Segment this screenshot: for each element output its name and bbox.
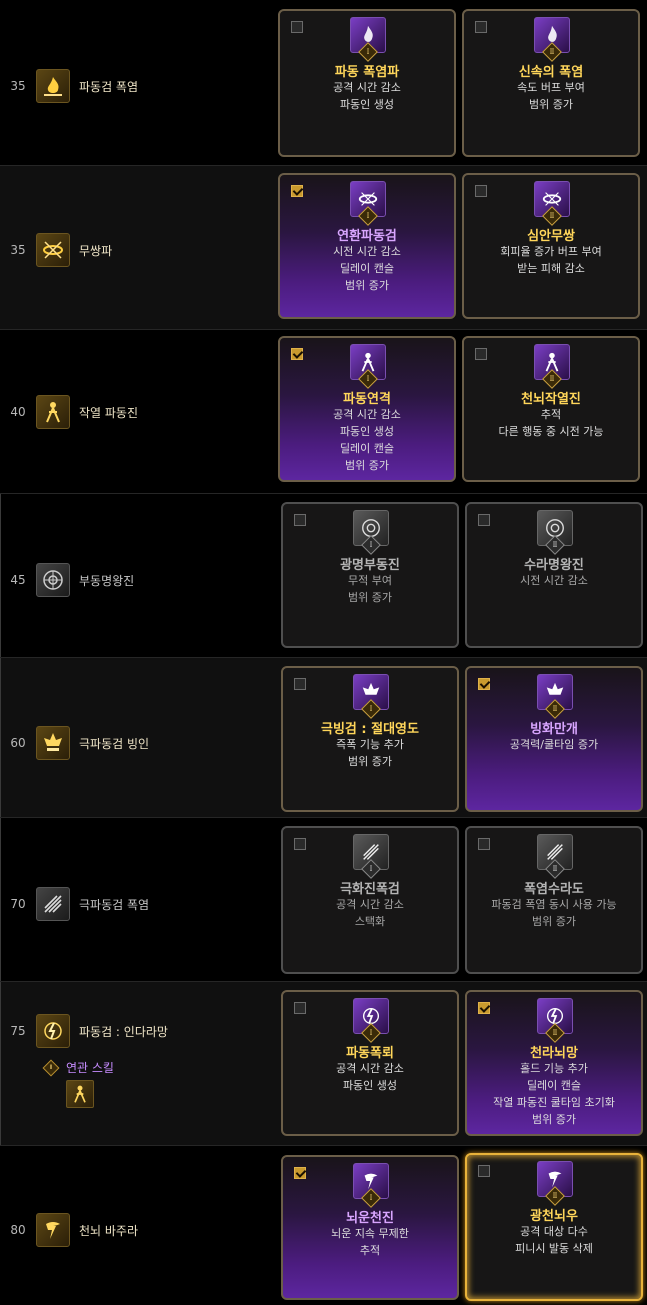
tripod-checkbox[interactable] — [294, 838, 306, 850]
tripod-title: 광천뇌우 — [530, 1209, 578, 1224]
tripod-checkbox[interactable] — [475, 185, 487, 197]
tripod-desc: 홀드 기능 추가 딜레이 캔슬 작열 파동진 쿨타임 초기화 범위 증가 — [493, 1062, 615, 1126]
tripod-card[interactable]: Ⅰ 극화진폭검 공격 시간 감소 스택화 — [281, 826, 459, 974]
glowing-figure-icon[interactable] — [36, 395, 70, 429]
tripod-checkbox[interactable] — [478, 514, 490, 526]
tripod-checkbox-checked[interactable] — [291, 185, 303, 197]
flame-burst-icon[interactable] — [36, 69, 70, 103]
tripod-desc: 무적 부여 범위 증가 — [348, 574, 392, 604]
tripod-card-selected[interactable]: Ⅱ 천라뇌망 홀드 기능 추가 딜레이 캔슬 작열 파동진 쿨타임 초기화 범위 증가 — [465, 990, 643, 1136]
tripod-desc: 공격 시간 감소 파동인 생성 — [336, 1062, 404, 1092]
skill-name: 극파동검 빙인 — [79, 737, 150, 751]
tripod-checkbox-checked[interactable] — [478, 1002, 490, 1014]
skill-level: 40 — [10, 405, 26, 419]
tripod-checkbox[interactable] — [291, 21, 303, 33]
tripod-title: 연환파동검 — [337, 229, 397, 244]
tripod-checkbox[interactable] — [478, 1165, 490, 1177]
tripod-checkbox[interactable] — [475, 21, 487, 33]
mandala-icon[interactable] — [36, 563, 70, 597]
tripod-desc: 뇌운 지속 무제한 추적 — [331, 1227, 409, 1257]
tripod-title: 파동폭뢰 — [346, 1046, 394, 1061]
skill-name: 천뇌 바주라 — [79, 1224, 139, 1238]
tripod-title: 천라뇌망 — [530, 1046, 578, 1061]
tripod-card[interactable]: Ⅰ 광명부동진 무적 부여 범위 증가 — [281, 502, 459, 648]
tripod-card[interactable]: Ⅱ 신속의 폭염 속도 버프 부여 범위 증가 — [462, 9, 640, 157]
slash-storm-icon[interactable] — [36, 887, 70, 921]
skill-name: 무쌍파 — [79, 244, 113, 258]
tripod-desc: 공격 시간 감소 파동인 생성 — [333, 81, 401, 111]
tripod-desc: 즉폭 기능 추가 범위 증가 — [336, 738, 404, 768]
tripod-card-selected[interactable]: Ⅰ 뇌운천진 뇌운 지속 무제한 추적 — [281, 1155, 459, 1300]
tripod-card[interactable]: Ⅱ 천뇌작열진 추적 다른 행동 중 시전 가능 — [462, 336, 640, 482]
skill-level: 75 — [10, 1024, 26, 1038]
tripod-title: 뇌운천진 — [346, 1211, 394, 1226]
tripod-checkbox-checked[interactable] — [478, 678, 490, 690]
tripod-card-selected[interactable]: Ⅰ 연환파동검 시전 시간 감소 딜레이 캔슬 범위 증가 — [278, 173, 456, 319]
tripod-desc: 시전 시간 감소 딜레이 캔슬 범위 증가 — [333, 245, 401, 292]
skill-level: 80 — [10, 1223, 26, 1237]
skill-name: 부동명왕진 — [79, 574, 135, 588]
related-figure-icon[interactable] — [66, 1080, 94, 1108]
tripod-card[interactable]: Ⅱ 심안무쌍 회피율 증가 버프 부여 받는 피해 감소 — [462, 173, 640, 319]
tripod-card[interactable]: Ⅰ 극빙검 : 절대영도 즉폭 기능 추가 범위 증가 — [281, 666, 459, 812]
tripod-title: 파동연격 — [343, 392, 391, 407]
skill-level: 35 — [10, 243, 26, 257]
tripod-checkbox[interactable] — [294, 514, 306, 526]
tripod-checkbox[interactable] — [294, 1002, 306, 1014]
tripod-checkbox[interactable] — [294, 678, 306, 690]
skill-level: 70 — [10, 897, 26, 911]
skill-name: 파동검 : 인다라망 — [79, 1025, 168, 1039]
tripod-desc: 공격력/쿨타임 증가 — [509, 738, 599, 751]
tripod-title: 폭염수라도 — [524, 882, 584, 897]
tripod-checkbox-checked[interactable] — [291, 348, 303, 360]
skill-level: 60 — [10, 736, 26, 750]
tripod-title: 빙화만개 — [530, 722, 578, 737]
tripod-desc: 속도 버프 부여 범위 증가 — [517, 81, 585, 111]
tripod-title: 극화진폭검 — [340, 882, 400, 897]
tripod-card[interactable]: Ⅰ 파동폭뢰 공격 시간 감소 파동인 생성 — [281, 990, 459, 1136]
skill-name: 파동검 폭염 — [79, 80, 139, 94]
tripod-desc: 회피율 증가 버프 부여 받는 피해 감소 — [500, 245, 602, 275]
tripod-desc: 공격 대상 다수 피니시 발동 삭제 — [515, 1225, 593, 1255]
tripod-card[interactable]: Ⅰ 파동 폭염파 공격 시간 감소 파동인 생성 — [278, 9, 456, 157]
thunder-icon[interactable] — [36, 1213, 70, 1247]
lightning-orb-icon[interactable] — [36, 1014, 70, 1048]
skill-name: 작열 파동진 — [79, 406, 139, 420]
skill-name: 극파동검 폭염 — [79, 898, 150, 912]
tripod-card-selected[interactable]: Ⅰ 파동연격 공격 시간 감소 파동인 생성 딜레이 캔슬 범위 증가 — [278, 336, 456, 482]
tripod-title: 신속의 폭염 — [518, 65, 584, 80]
swirl-blade-icon[interactable] — [36, 233, 70, 267]
tripod-desc: 추적 다른 행동 중 시전 가능 — [498, 408, 604, 438]
tripod-checkbox[interactable] — [478, 838, 490, 850]
tripod-title: 수라명왕진 — [524, 558, 584, 573]
tripod-title: 극빙검 : 절대영도 — [321, 722, 419, 737]
tripod-desc: 공격 시간 감소 스택화 — [336, 898, 404, 928]
related-skill-label: 연관 스킬 — [66, 1061, 114, 1075]
tripod-checkbox-checked[interactable] — [294, 1167, 306, 1179]
tripod-desc: 시전 시간 감소 — [520, 574, 588, 587]
tripod-card-selected[interactable]: Ⅱ 빙화만개 공격력/쿨타임 증가 — [465, 666, 643, 812]
tripod-checkbox[interactable] — [475, 348, 487, 360]
skill-level: 45 — [10, 573, 26, 587]
tripod-title: 파동 폭염파 — [334, 65, 400, 80]
skill-level: 35 — [10, 79, 26, 93]
tripod-title: 광명부동진 — [340, 558, 400, 573]
tripod-card[interactable]: Ⅱ 수라명왕진 시전 시간 감소 — [465, 502, 643, 648]
tripod-card-highlighted[interactable]: Ⅱ 광천뇌우 공격 대상 다수 피니시 발동 삭제 — [465, 1153, 643, 1301]
ice-crown-icon[interactable] — [36, 726, 70, 760]
tripod-title: 천뇌작열진 — [521, 392, 581, 407]
tripod-card[interactable]: Ⅱ 폭염수라도 파동검 폭염 동시 사용 가능 범위 증가 — [465, 826, 643, 974]
tripod-title: 심안무쌍 — [527, 229, 575, 244]
tripod-desc: 파동검 폭염 동시 사용 가능 범위 증가 — [491, 898, 617, 928]
tripod-desc: 공격 시간 감소 파동인 생성 딜레이 캔슬 범위 증가 — [333, 408, 401, 472]
